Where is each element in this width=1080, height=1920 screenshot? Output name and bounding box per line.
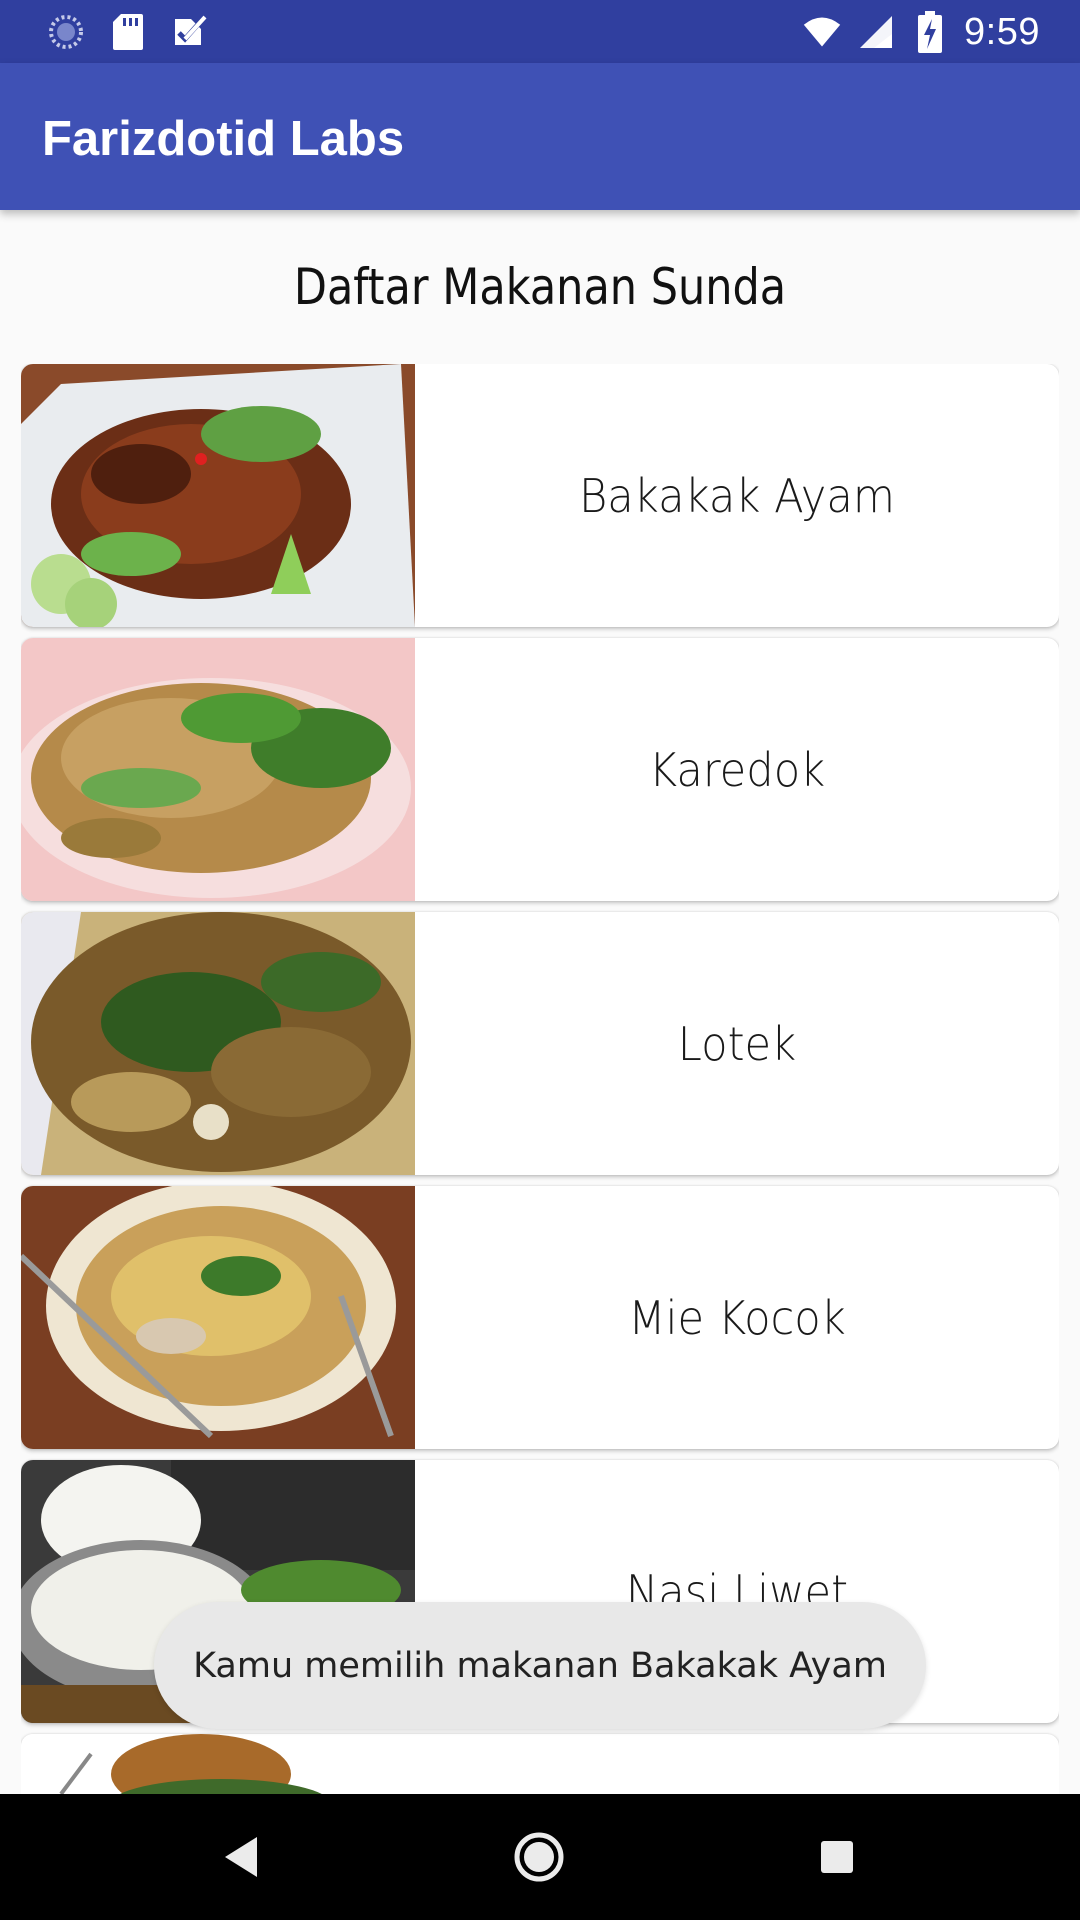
noodle-soup-photo	[21, 1186, 415, 1449]
food-list[interactable]: Bakakak Ayam Karedok Lotek Mie Kocok Nas…	[21, 364, 1059, 1794]
food-name: Bakakak Ayam	[578, 468, 896, 523]
loading-circle-icon	[46, 12, 86, 52]
food-item-bakakak-ayam[interactable]: Bakakak Ayam	[21, 364, 1059, 627]
app-title: Farizdotid Labs	[42, 112, 405, 166]
food-name: Lotek	[677, 1016, 797, 1071]
wifi-icon	[802, 12, 842, 52]
food-item-lotek[interactable]: Lotek	[21, 912, 1059, 1175]
grilled-chicken-photo	[21, 364, 415, 627]
food-item-mie-kocok[interactable]: Mie Kocok	[21, 1186, 1059, 1449]
food-item-karedok[interactable]: Karedok	[21, 638, 1059, 901]
food-item-partial[interactable]	[21, 1734, 1059, 1794]
clock-text: 9:59	[964, 10, 1040, 53]
navigation-bar	[0, 1794, 1080, 1920]
food-name: Karedok	[648, 742, 826, 797]
sd-card-icon	[108, 12, 148, 52]
status-bar: 9:59	[0, 0, 1080, 63]
back-icon[interactable]	[211, 1827, 271, 1887]
signal-icon	[856, 12, 896, 52]
status-right-icons: 9:59	[802, 8, 1040, 56]
page-heading: Daftar Makanan Sunda	[293, 258, 787, 316]
home-icon[interactable]	[509, 1827, 569, 1887]
status-left-icons	[46, 12, 210, 52]
peanut-sauce-vegetables-photo	[21, 912, 415, 1175]
app-bar: Farizdotid Labs	[0, 63, 1080, 210]
checklist-icon	[170, 12, 210, 52]
food-name: Mie Kocok	[628, 1290, 846, 1345]
partially-visible-photo	[21, 1734, 415, 1794]
food-name	[434, 1734, 1039, 1794]
recents-icon[interactable]	[807, 1827, 867, 1887]
battery-charging-icon	[910, 11, 950, 53]
vegetable-salad-photo	[21, 638, 415, 901]
toast-message: Kamu memilih makanan Bakakak Ayam	[154, 1602, 926, 1729]
